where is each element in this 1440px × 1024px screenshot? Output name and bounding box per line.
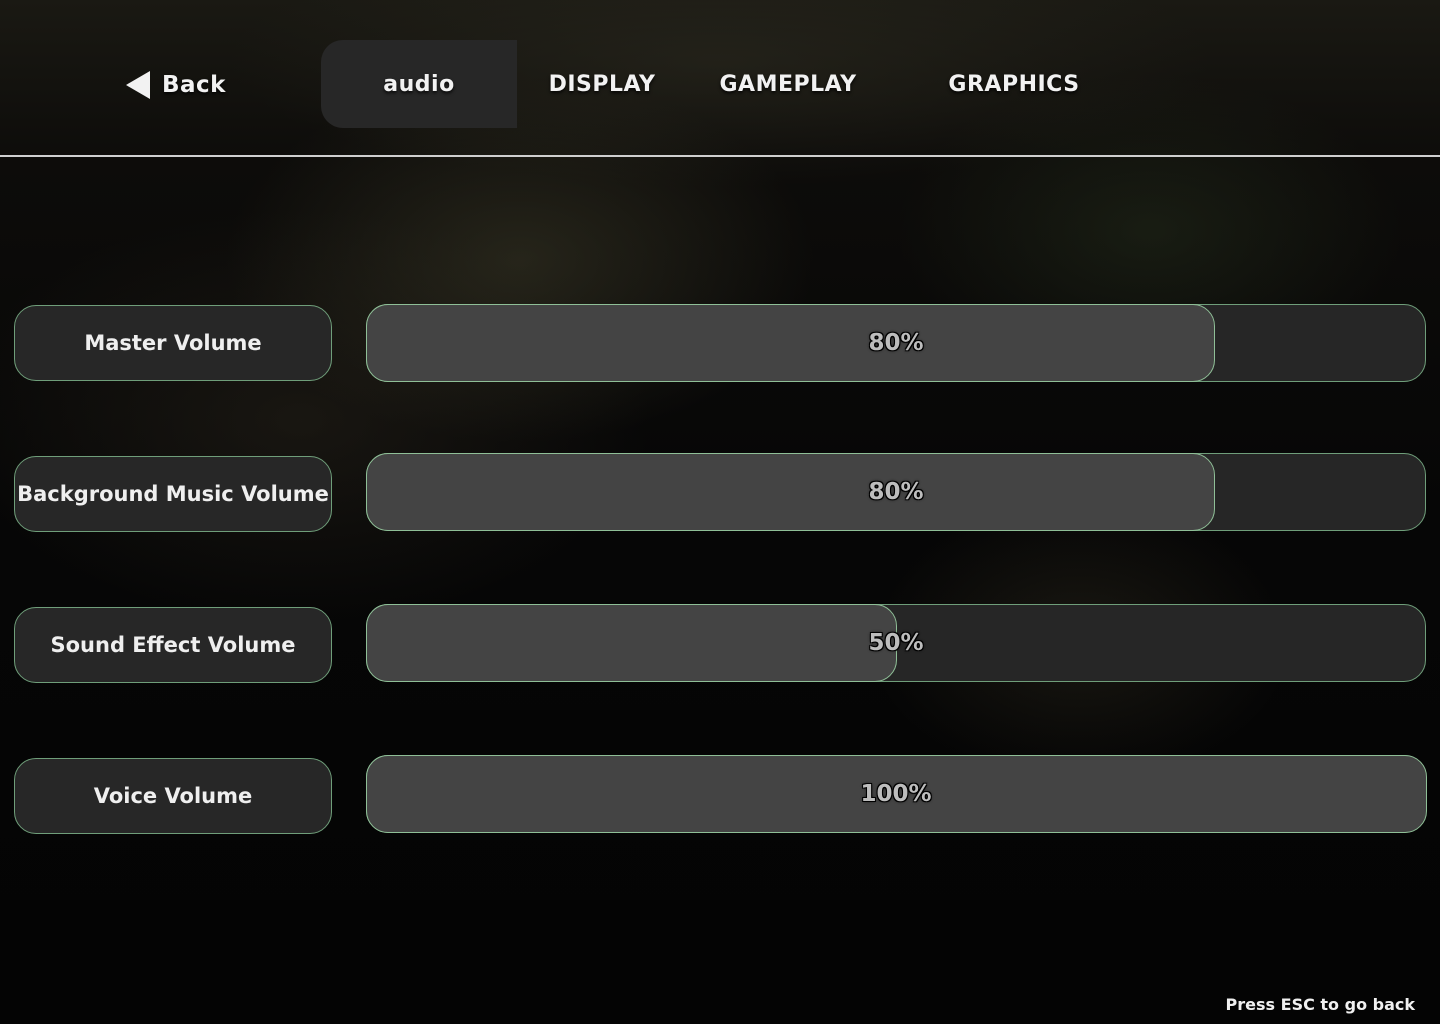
back-button[interactable]: Back [126, 66, 226, 104]
tab-label: audio [383, 71, 455, 97]
setting-label-sound-effect-volume: Sound Effect Volume [14, 607, 332, 683]
tab-audio[interactable]: audio [321, 40, 517, 128]
slider-fill [365, 452, 1215, 531]
tab-graphics[interactable]: GRAPHICS [930, 40, 1098, 128]
back-label: Back [162, 72, 226, 98]
sound-effect-volume-slider[interactable]: 50% [365, 603, 1426, 682]
esc-hint: Press ESC to go back [1225, 995, 1415, 1014]
setting-label-background-music-volume: Background Music Volume [14, 456, 332, 532]
setting-label-voice-volume: Voice Volume [14, 758, 332, 834]
voice-volume-slider[interactable]: 100% [365, 754, 1427, 833]
setting-label-master-volume: Master Volume [14, 305, 332, 381]
master-volume-slider[interactable]: 80% [365, 303, 1426, 382]
setting-label-text: Background Music Volume [17, 482, 329, 506]
tab-label: GAMEPLAY [719, 71, 857, 97]
slider-fill [365, 603, 897, 682]
top-nav-bar: Back audio DISPLAY GAMEPLAY GRAPHICS [0, 0, 1440, 157]
tab-label: DISPLAY [548, 71, 656, 97]
setting-label-text: Sound Effect Volume [50, 633, 296, 657]
tab-display[interactable]: DISPLAY [530, 40, 674, 128]
slider-fill [365, 754, 1427, 833]
tab-label: GRAPHICS [948, 71, 1080, 97]
setting-label-text: Master Volume [84, 331, 262, 355]
background-music-volume-slider[interactable]: 80% [365, 452, 1426, 531]
setting-label-text: Voice Volume [93, 784, 253, 808]
tab-gameplay[interactable]: GAMEPLAY [700, 40, 876, 128]
slider-fill [365, 303, 1215, 382]
back-arrow-icon [126, 71, 150, 99]
